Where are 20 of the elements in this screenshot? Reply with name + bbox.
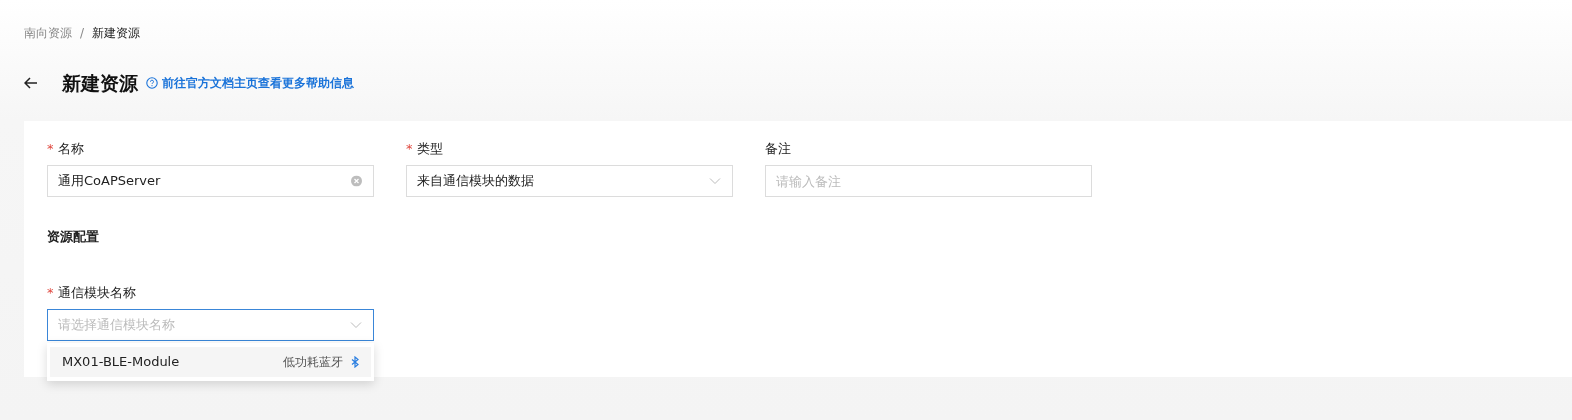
input-field[interactable]: 通用CoAPServer xyxy=(47,165,374,197)
input-field[interactable]: 请输入备注 xyxy=(765,165,1092,197)
field-label: 备注 xyxy=(765,140,792,158)
select-field[interactable]: 来自通信模块的数据 xyxy=(406,165,733,197)
field-label: * 类型 xyxy=(406,140,444,158)
field-label: * 通信模块名称 xyxy=(47,283,137,302)
back-arrow-icon[interactable] xyxy=(24,77,38,89)
breadcrumb-item: 新建资源 xyxy=(92,25,141,42)
chevron-down-icon xyxy=(350,321,362,328)
select-field[interactable]: 请选择通信模块名称 xyxy=(47,308,374,341)
help-icon xyxy=(146,77,158,89)
breadcrumb-separator: / xyxy=(80,25,85,42)
field-label: * 名称 xyxy=(47,140,85,158)
section-title: 资源配置 xyxy=(47,228,100,246)
dropdown-option[interactable]: MX01-BLE-Module 低功耗蓝牙 xyxy=(50,347,371,377)
chevron-down-icon xyxy=(709,177,721,185)
page-title: 新建资源 xyxy=(62,70,138,96)
help-link[interactable]: 前往官方文档主页查看更多帮助信息 xyxy=(146,74,354,92)
breadcrumb-item[interactable]: 南向资源 xyxy=(24,24,72,42)
bluetooth-icon xyxy=(351,356,359,368)
